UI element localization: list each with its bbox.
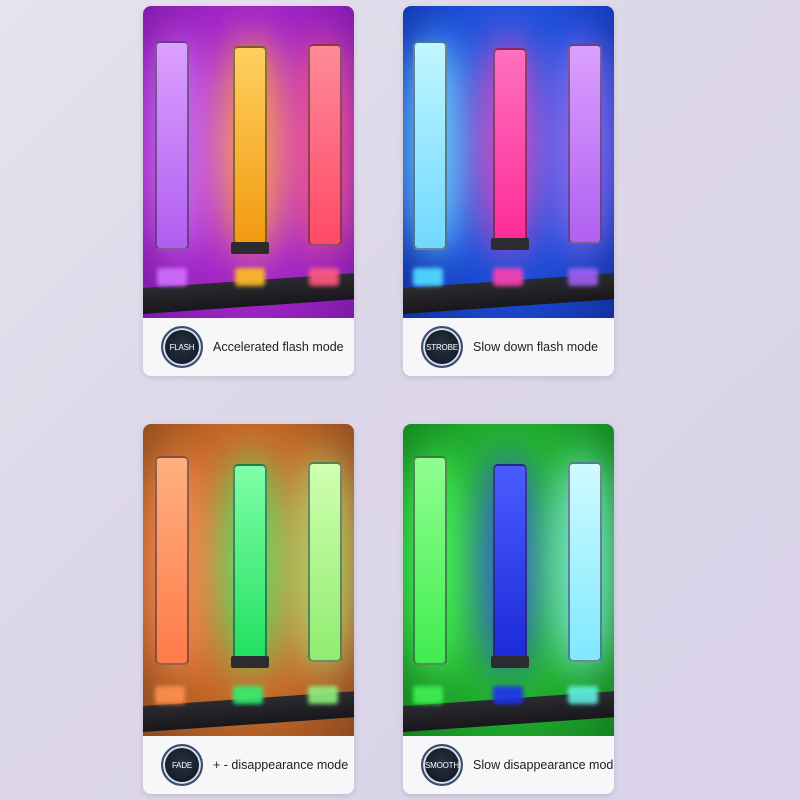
mode-label-strip: FLASH Accelerated flash mode bbox=[143, 318, 354, 376]
light-bar-middle bbox=[493, 464, 527, 660]
mode-label-strip: FADE + - disappearance mode bbox=[143, 736, 354, 794]
mode-label: Slow down flash mode bbox=[473, 340, 599, 354]
mode-card-smooth: SMOOTH Slow disappearance mode bbox=[403, 424, 614, 794]
mode-label-strip: STROBE Slow down flash mode bbox=[403, 318, 614, 376]
mode-label: Accelerated flash mode bbox=[213, 340, 344, 354]
mode-card-fade: FADE + - disappearance mode bbox=[143, 424, 354, 794]
light-bar-right bbox=[568, 44, 602, 244]
light-bar-left bbox=[155, 456, 189, 665]
mode-card-strobe: STROBE Slow down flash mode bbox=[403, 6, 614, 376]
light-bar-right bbox=[568, 462, 602, 662]
mode-card-flash: FLASH Accelerated flash mode bbox=[143, 6, 354, 376]
light-bar-middle bbox=[233, 46, 267, 245]
light-bars-photo bbox=[403, 6, 614, 318]
smooth-mode-icon: SMOOTH bbox=[421, 744, 463, 786]
flash-mode-icon: FLASH bbox=[161, 326, 203, 368]
light-bars-photo bbox=[403, 424, 614, 736]
mode-label: Slow disappearance mode bbox=[473, 758, 614, 772]
strobe-mode-icon: STROBE bbox=[421, 326, 463, 368]
light-bar-left bbox=[413, 456, 447, 665]
mode-label: + - disappearance mode bbox=[213, 758, 349, 772]
light-bar-middle bbox=[493, 48, 527, 244]
mode-label-strip: SMOOTH Slow disappearance mode bbox=[403, 736, 614, 794]
light-bar-right bbox=[308, 44, 342, 246]
light-bars-photo bbox=[143, 6, 354, 318]
light-bar-left bbox=[155, 41, 189, 250]
light-bar-right bbox=[308, 462, 342, 662]
light-bar-left bbox=[413, 41, 447, 250]
fade-mode-icon: FADE bbox=[161, 744, 203, 786]
light-bar-middle bbox=[233, 464, 267, 660]
light-bars-photo bbox=[143, 424, 354, 736]
